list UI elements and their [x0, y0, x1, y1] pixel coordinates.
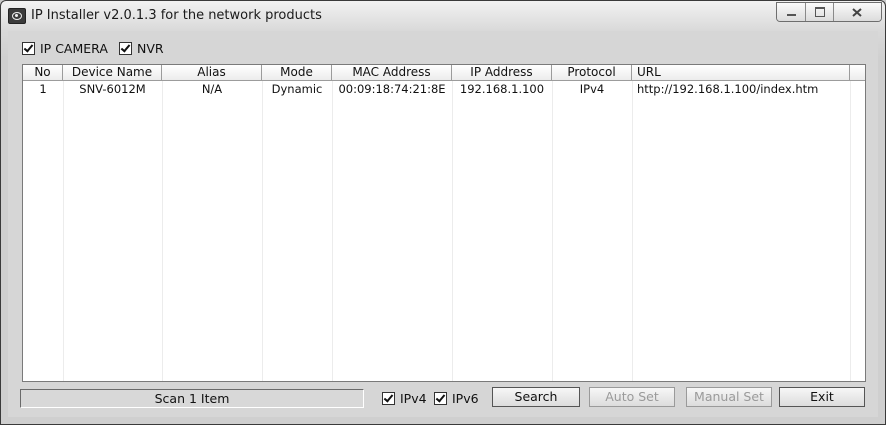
- cell-mode: Dynamic: [271, 82, 323, 96]
- cell-protocol: IPv4: [579, 82, 605, 96]
- window-title: IP Installer v2.0.1.3 for the network pr…: [31, 8, 322, 23]
- main-panel: IP CAMERA NVR No Device Name Alias Mode …: [8, 31, 878, 417]
- column-header-device-name[interactable]: Device Name: [63, 65, 162, 80]
- grid-line: [162, 81, 163, 381]
- column-header-ip-address[interactable]: IP Address: [452, 65, 552, 80]
- column-header-no[interactable]: No: [23, 65, 63, 80]
- cell-url[interactable]: http://192.168.1.100/index.htm: [632, 81, 850, 97]
- grid-line: [632, 81, 633, 381]
- auto-set-button[interactable]: Auto Set: [589, 387, 675, 407]
- close-icon: [852, 7, 863, 17]
- ip-camera-checkbox[interactable]: IP CAMERA: [22, 41, 108, 56]
- minimize-icon: [786, 14, 796, 16]
- ipv6-label: IPv6: [452, 391, 479, 406]
- cell-no: 1: [39, 82, 47, 96]
- grid-line: [850, 81, 851, 381]
- checkmark-icon: [119, 42, 132, 55]
- column-header-url[interactable]: URL: [632, 65, 850, 80]
- window-controls: [776, 2, 882, 22]
- ipv4-label: IPv4: [400, 391, 427, 406]
- eye-icon[interactable]: [8, 8, 26, 24]
- grid-line: [452, 81, 453, 381]
- column-header-protocol[interactable]: Protocol: [552, 65, 632, 80]
- ipv4-checkbox[interactable]: IPv4: [382, 391, 427, 406]
- device-list-header: No Device Name Alias Mode MAC Address IP…: [23, 65, 865, 81]
- minimize-button[interactable]: [777, 3, 807, 21]
- maximize-button[interactable]: [806, 3, 834, 21]
- column-header-mac-address[interactable]: MAC Address: [332, 65, 452, 80]
- close-button[interactable]: [833, 3, 881, 21]
- cell-mac-address: 00:09:18:74:21:8E: [338, 82, 446, 96]
- status-bar: Scan 1 Item: [20, 389, 364, 408]
- column-header-alias[interactable]: Alias: [162, 65, 262, 80]
- maximize-icon: [814, 7, 825, 17]
- app-window: IP Installer v2.0.1.3 for the network pr…: [0, 0, 886, 425]
- nvr-label: NVR: [137, 41, 164, 56]
- grid-line: [262, 81, 263, 381]
- title-bar[interactable]: IP Installer v2.0.1.3 for the network pr…: [1, 1, 885, 31]
- grid-line: [552, 81, 553, 381]
- device-list[interactable]: No Device Name Alias Mode MAC Address IP…: [22, 64, 866, 382]
- cell-alias: N/A: [201, 82, 223, 96]
- manual-set-button[interactable]: Manual Set: [686, 387, 772, 407]
- cell-ip-address: 192.168.1.100: [459, 82, 545, 96]
- grid-line: [63, 81, 64, 381]
- checkmark-icon: [22, 42, 35, 55]
- ip-camera-label: IP CAMERA: [40, 41, 108, 56]
- search-button[interactable]: Search: [492, 387, 580, 407]
- ipv6-checkbox[interactable]: IPv6: [434, 391, 479, 406]
- checkmark-icon: [382, 392, 395, 405]
- table-row[interactable]: 1 SNV-6012M N/A Dynamic 00:09:18:74:21:8…: [23, 81, 850, 97]
- exit-button[interactable]: Exit: [779, 387, 865, 407]
- nvr-checkbox[interactable]: NVR: [119, 41, 164, 56]
- grid-line: [332, 81, 333, 381]
- column-header-mode[interactable]: Mode: [262, 65, 332, 80]
- checkmark-icon: [434, 392, 447, 405]
- cell-device-name: SNV-6012M: [79, 82, 146, 96]
